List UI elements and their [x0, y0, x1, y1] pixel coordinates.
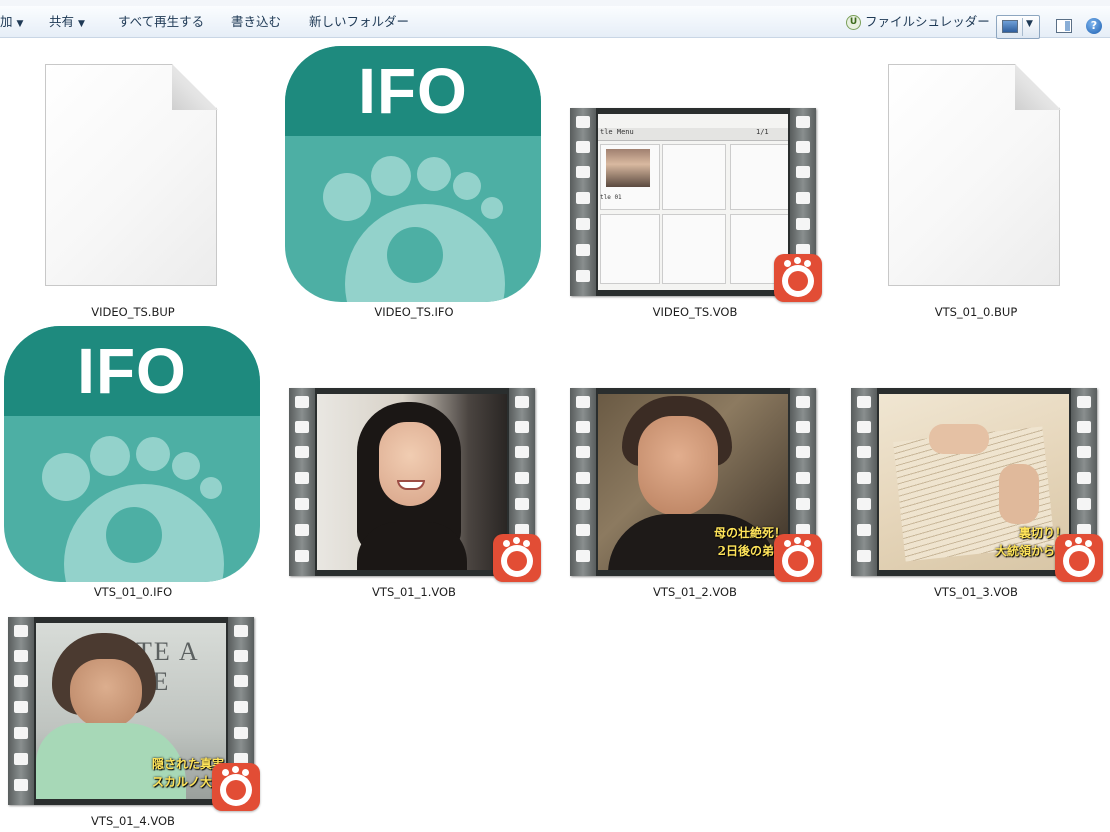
film-strip-left [570, 388, 596, 576]
view-thumbnail-icon [1002, 20, 1018, 33]
share-label: 共有 [49, 14, 75, 29]
file-name: VTS_01_0.BUP [934, 305, 1018, 319]
file-name: VIDEO_TS.VOB [652, 305, 738, 319]
video-thumbnail: tle Menu 1/1 tle 01 [570, 108, 822, 302]
video-frame [317, 394, 507, 570]
media-player-badge-icon [493, 534, 541, 582]
video-thumbnail: 裏切り！ 大統領からの [851, 388, 1103, 582]
file-item[interactable]: TE A SE 隠された真実 スカルノ大統 VTS_01_4.VOB [0, 604, 266, 832]
media-player-badge-icon [774, 254, 822, 302]
command-bar: 加 ▼ 共有 ▼ すべて再生する 書き込む 新しいフォルダー U ファイルシュレッダー… [0, 6, 1110, 39]
video-thumbnail [289, 388, 541, 582]
file-name: VIDEO_TS.IFO [374, 305, 454, 319]
chevron-down-icon[interactable]: ▼ [1026, 19, 1033, 29]
help-icon[interactable]: ? [1086, 18, 1102, 34]
new-folder-button[interactable]: 新しいフォルダー [309, 13, 409, 31]
file-item[interactable]: 裏切り！ 大統領からの VTS_01_3.VOB [843, 324, 1109, 604]
video-frame: tle Menu 1/1 tle 01 [598, 114, 788, 290]
file-item[interactable]: IFO VIDEO_TS.IFO [281, 44, 547, 324]
file-name: VTS_01_4.VOB [91, 814, 175, 828]
paw-icon [42, 436, 224, 582]
file-name: VTS_01_0.IFO [93, 585, 173, 599]
video-frame: 母の壮絶死！ 2日後の弟の [598, 394, 788, 570]
change-view-button[interactable]: ▼ [996, 15, 1040, 39]
film-strip-left [570, 108, 596, 296]
video-frame: 裏切り！ 大統領からの [879, 394, 1069, 570]
preview-pane-button[interactable] [1056, 19, 1072, 33]
ifo-file-icon: IFO [4, 326, 260, 582]
file-item[interactable]: 母の壮絶死！ 2日後の弟の VTS_01_2.VOB [562, 324, 828, 604]
menu-title: tle Menu [600, 128, 634, 136]
video-thumbnail: TE A SE 隠された真実 スカルノ大統 [8, 617, 260, 811]
file-name: VIDEO_TS.BUP [91, 305, 175, 319]
file-item[interactable]: VIDEO_TS.BUP [0, 44, 266, 324]
file-shredder-button[interactable]: U ファイルシュレッダー [846, 13, 990, 31]
organize-menu[interactable]: 加 ▼ [0, 13, 23, 31]
view-button-divider [1022, 18, 1023, 36]
play-all-button[interactable]: すべて再生する [118, 13, 204, 31]
shredder-icon: U [846, 15, 861, 30]
file-item[interactable]: VTS_01_1.VOB [281, 324, 547, 604]
share-menu[interactable]: 共有 ▼ [49, 13, 85, 31]
media-player-badge-icon [1055, 534, 1103, 582]
file-shredder-label: ファイルシュレッダー [865, 14, 990, 29]
media-player-badge-icon [774, 534, 822, 582]
chevron-down-icon: ▼ [78, 19, 85, 29]
chevron-down-icon: ▼ [16, 19, 24, 29]
media-player-badge-icon [212, 763, 260, 811]
menu-page: 1/1 [756, 128, 769, 136]
ifo-file-icon: IFO [285, 46, 541, 302]
file-name: VTS_01_1.VOB [372, 585, 456, 599]
file-item[interactable]: VTS_01_0.BUP [843, 44, 1109, 324]
video-frame: TE A SE 隠された真実 スカルノ大統 [36, 623, 226, 799]
burn-button[interactable]: 書き込む [231, 13, 281, 31]
file-item[interactable]: tle Menu 1/1 tle 01 VIDEO_TS.VOB [562, 44, 828, 324]
organize-label: 加 [0, 14, 13, 29]
film-strip-left [289, 388, 315, 576]
file-item[interactable]: IFO VTS_01_0.IFO [0, 324, 266, 604]
video-thumbnail: 母の壮絶死！ 2日後の弟の [570, 388, 822, 582]
file-name: VTS_01_2.VOB [653, 585, 737, 599]
file-name: VTS_01_3.VOB [934, 585, 1018, 599]
film-strip-left [8, 617, 34, 805]
film-strip-left [851, 388, 877, 576]
menu-item: tle 01 [600, 194, 622, 201]
paw-icon [323, 156, 505, 302]
